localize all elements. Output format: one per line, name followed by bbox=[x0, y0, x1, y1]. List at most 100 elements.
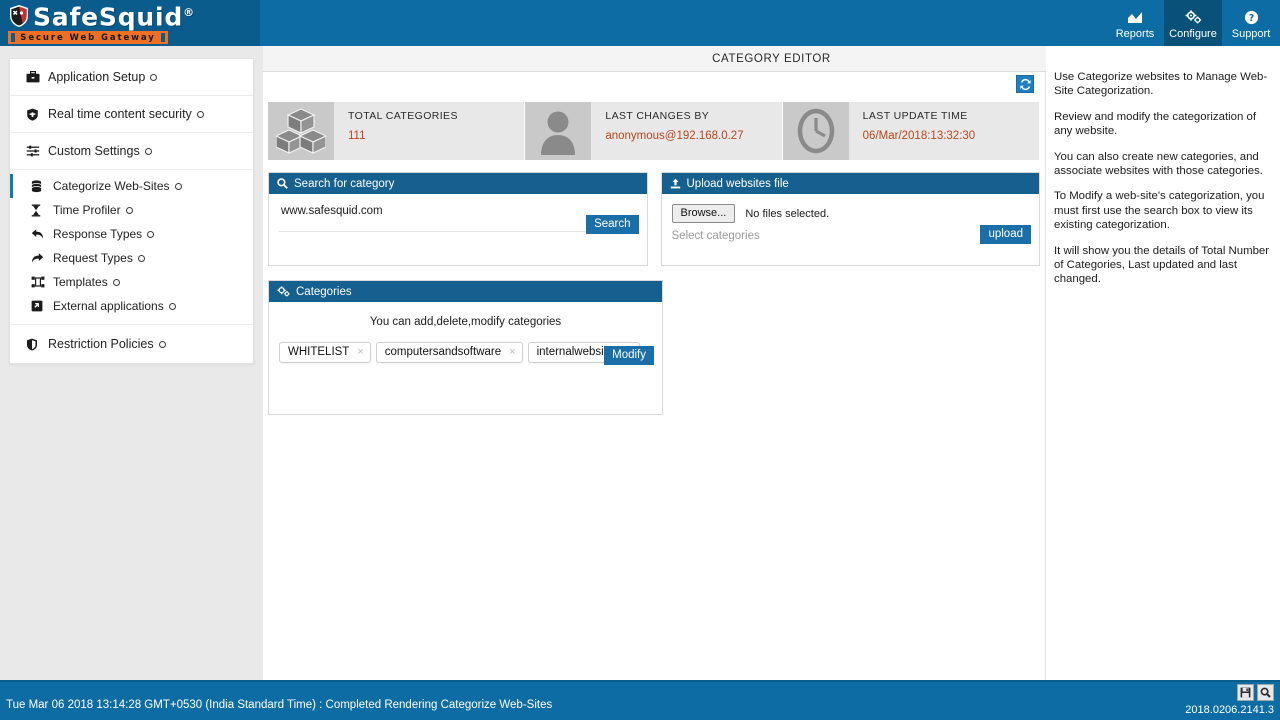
brand-name: SafeSquid® bbox=[33, 2, 195, 32]
help-paragraph: It will show you the details of Total Nu… bbox=[1054, 244, 1270, 286]
sidebar-label-categorize-web-sites: Categorize Web-Sites bbox=[53, 179, 170, 193]
sidebar-card: Application Setup Real time content secu… bbox=[9, 58, 254, 364]
close-icon[interactable]: × bbox=[509, 347, 515, 358]
clock-icon bbox=[782, 102, 849, 160]
cogs-icon bbox=[1185, 9, 1202, 26]
category-chip-list: WHITELIST × computersandsoftware × inter… bbox=[279, 342, 652, 363]
search-panel-body: www.safesquid.com Search bbox=[269, 194, 647, 240]
close-icon[interactable]: × bbox=[357, 347, 363, 358]
browse-button[interactable]: Browse... bbox=[671, 204, 736, 223]
category-chip[interactable]: computersandsoftware × bbox=[375, 342, 523, 363]
nav-item-reports[interactable]: Reports bbox=[1106, 0, 1164, 46]
info-icon[interactable] bbox=[125, 206, 133, 214]
info-icon[interactable] bbox=[196, 110, 204, 118]
stat-value-last-update-time: 06/Mar/2018:13:32:30 bbox=[862, 130, 976, 142]
brand-tagline-banner: Secure Web Gateway bbox=[8, 31, 168, 44]
categories-panel-header: Categories bbox=[269, 281, 662, 302]
stat-body: LAST CHANGES BY anonymous@192.168.0.27 bbox=[591, 102, 782, 160]
sidebar-subgroup: Categorize Web-Sites Time Profiler Respo… bbox=[10, 170, 253, 325]
search-panel-header: Search for category bbox=[269, 173, 647, 194]
arrow-reply-icon bbox=[31, 228, 51, 240]
stat-value-last-changes-by: anonymous@192.168.0.27 bbox=[605, 130, 744, 142]
search-input[interactable]: www.safesquid.com bbox=[279, 204, 637, 217]
page-title: CATEGORY EDITOR bbox=[712, 52, 831, 65]
stat-value-total-categories: 111 bbox=[348, 130, 366, 142]
arrow-forward-icon bbox=[31, 252, 51, 264]
search-button[interactable]: Search bbox=[586, 215, 639, 234]
briefcase-icon bbox=[26, 71, 46, 83]
help-paragraph: To Modify a web-site's categorization, y… bbox=[1054, 190, 1265, 232]
cogs-icon bbox=[277, 286, 290, 297]
status-message: Tue Mar 06 2018 13:14:28 GMT+0530 (India… bbox=[6, 699, 553, 711]
sidebar-label-response-types: Response Types bbox=[53, 227, 143, 241]
main-content: TOTAL CATEGORIES 111 LAST CHANGES BY ano… bbox=[263, 72, 1046, 680]
category-chip-label: computersandsoftware bbox=[384, 346, 502, 358]
version-label: 2018.0206.2141.3 bbox=[1185, 704, 1274, 716]
upload-panel-body: Browse... No files selected. Select cate… bbox=[662, 194, 1040, 250]
info-icon[interactable] bbox=[168, 302, 176, 310]
sliders-icon bbox=[26, 145, 46, 157]
upload-panel: Upload websites file Browse... No files … bbox=[660, 172, 1040, 266]
template-icon bbox=[31, 276, 51, 288]
file-input-row: Browse... No files selected. bbox=[671, 204, 1030, 223]
category-chip[interactable]: WHITELIST × bbox=[279, 342, 371, 363]
shield-icon bbox=[26, 338, 46, 351]
shield-icon bbox=[8, 4, 30, 28]
info-icon[interactable] bbox=[144, 147, 152, 155]
sidebar: Application Setup Real time content secu… bbox=[0, 46, 263, 680]
top-navigation: Reports Configure ? Support bbox=[1106, 0, 1280, 46]
stat-card-last-changes-by: LAST CHANGES BY anonymous@192.168.0.27 bbox=[525, 102, 782, 160]
svg-text:?: ? bbox=[1248, 13, 1254, 24]
sidebar-item-time-profiler[interactable]: Time Profiler bbox=[10, 198, 253, 222]
sidebar-item-request-types[interactable]: Request Types bbox=[10, 246, 253, 270]
search-panel: Search for category www.safesquid.com Se… bbox=[268, 172, 648, 266]
info-icon[interactable] bbox=[150, 73, 158, 81]
nav-item-support[interactable]: ? Support bbox=[1222, 0, 1280, 46]
info-icon[interactable] bbox=[174, 182, 182, 190]
sidebar-item-response-types[interactable]: Response Types bbox=[10, 222, 253, 246]
sidebar-item-categorize-web-sites[interactable]: Categorize Web-Sites bbox=[10, 174, 253, 198]
nav-item-configure[interactable]: Configure bbox=[1164, 0, 1222, 46]
sidebar-item-templates[interactable]: Templates bbox=[10, 270, 253, 294]
top-header-bar: SafeSquid® Secure Web Gateway Reports Co… bbox=[0, 0, 1280, 46]
sidebar-item-application-setup[interactable]: Application Setup bbox=[10, 59, 253, 96]
stat-cards: TOTAL CATEGORIES 111 LAST CHANGES BY ano… bbox=[268, 102, 1040, 160]
info-icon[interactable] bbox=[112, 278, 120, 286]
hourglass-icon bbox=[31, 204, 51, 217]
info-icon[interactable] bbox=[147, 230, 155, 238]
search-icon bbox=[277, 178, 288, 189]
sidebar-item-restriction-policies[interactable]: Restriction Policies bbox=[10, 325, 253, 363]
info-icon[interactable] bbox=[137, 254, 145, 262]
sidebar-item-custom-settings[interactable]: Custom Settings bbox=[10, 133, 253, 170]
chart-area-icon bbox=[1127, 9, 1143, 26]
refresh-icon[interactable] bbox=[1016, 75, 1034, 93]
categories-panel-title: Categories bbox=[296, 285, 352, 298]
upload-button[interactable]: upload bbox=[980, 225, 1031, 244]
help-paragraph: You can also create new categories, and … bbox=[1054, 150, 1263, 178]
select-categories-input[interactable]: Select categories bbox=[672, 230, 1030, 242]
brand-row: SafeSquid® bbox=[4, 0, 260, 32]
modify-button[interactable]: Modify bbox=[604, 346, 654, 365]
save-icon[interactable] bbox=[1237, 684, 1254, 701]
stat-title-last-update-time: LAST UPDATE TIME bbox=[862, 110, 968, 122]
status-bar: Tue Mar 06 2018 13:14:28 GMT+0530 (India… bbox=[0, 680, 1280, 720]
sidebar-item-real-time-content-security[interactable]: Real time content security bbox=[10, 96, 253, 133]
stat-card-last-update-time: LAST UPDATE TIME 06/Mar/2018:13:32:30 bbox=[782, 102, 1039, 160]
stat-title-total-categories: TOTAL CATEGORIES bbox=[348, 110, 458, 122]
brand-logo[interactable]: SafeSquid® Secure Web Gateway bbox=[0, 0, 260, 46]
info-icon[interactable] bbox=[158, 340, 166, 348]
app-root: SafeSquid® Secure Web Gateway Reports Co… bbox=[0, 0, 1280, 720]
nav-label-configure: Configure bbox=[1169, 27, 1217, 40]
sidebar-label-custom-settings: Custom Settings bbox=[48, 144, 140, 158]
search-icon[interactable] bbox=[1257, 684, 1274, 701]
status-bar-icons bbox=[1237, 684, 1274, 701]
file-status-label: No files selected. bbox=[745, 207, 830, 220]
sidebar-label-external-applications: External applications bbox=[53, 299, 164, 313]
sidebar-item-external-applications[interactable]: External applications bbox=[10, 294, 253, 318]
nav-label-reports: Reports bbox=[1115, 27, 1155, 40]
categories-panel-body: You can add,delete,modify categories WHI… bbox=[269, 302, 662, 371]
help-panel: Use Categorize websites to Manage Web-Si… bbox=[1046, 66, 1280, 680]
shield-lock-icon bbox=[26, 108, 46, 121]
question-circle-icon: ? bbox=[1244, 9, 1259, 26]
sidebar-label-real-time-content-security: Real time content security bbox=[48, 107, 192, 121]
